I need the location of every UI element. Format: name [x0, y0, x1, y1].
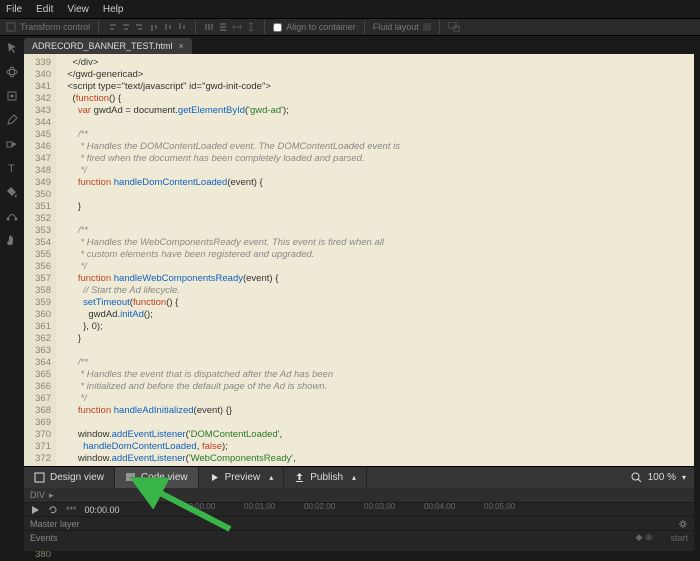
design-view-button[interactable]: Design view — [24, 467, 115, 488]
timeline-events-layer[interactable]: Events ◆ ⊕ start — [24, 530, 694, 544]
hand-tool-icon[interactable] — [6, 234, 18, 246]
line-gutter: 3393403413423433443453463473483493503513… — [24, 54, 56, 466]
tabbar: ADRECORD_BANNER_TEST.html × — [24, 36, 192, 54]
timeline-ruler[interactable]: 00:00.0000:01.0000:02.0000:03.0000:04.00… — [184, 502, 694, 516]
code-view-button[interactable]: Code view — [115, 467, 199, 488]
chevron-up-icon[interactable]: ▴ — [352, 473, 356, 482]
motion-path-tool-icon[interactable] — [6, 210, 18, 222]
loop-icon[interactable] — [48, 505, 58, 515]
keyframe-dots: *** — [66, 505, 77, 515]
menu-view[interactable]: View — [67, 4, 89, 15]
align-middle-icon[interactable] — [163, 22, 173, 32]
match-height-icon[interactable] — [246, 22, 256, 32]
align-top-icon[interactable] — [149, 22, 159, 32]
text-tool-icon[interactable]: T — [6, 162, 18, 174]
transform-control[interactable]: Transform control — [6, 22, 90, 32]
svg-text:T: T — [8, 163, 15, 174]
zoom-value: 100 % — [648, 472, 676, 483]
file-tab-label: ADRECORD_BANNER_TEST.html — [32, 41, 173, 51]
pen-tool-icon[interactable] — [6, 114, 18, 126]
menubar: File Edit View Help — [0, 0, 700, 18]
fluid-layout[interactable]: Fluid layout — [373, 22, 431, 32]
align-left-icon[interactable] — [107, 22, 117, 32]
timeline-master-layer[interactable]: Master layer — [24, 516, 694, 530]
align-to-container[interactable]: Align to container — [273, 22, 356, 32]
zoom-icon — [631, 472, 642, 483]
publish-button[interactable]: Publish ▴ — [284, 467, 367, 488]
match-width-icon[interactable] — [232, 22, 242, 32]
chevron-down-icon[interactable]: ▾ — [682, 473, 686, 482]
left-toolbar: T — [0, 36, 24, 466]
menu-file[interactable]: File — [6, 4, 22, 15]
distribute-v-icon[interactable] — [218, 22, 228, 32]
menu-help[interactable]: Help — [103, 4, 124, 15]
play-icon[interactable] — [30, 505, 40, 515]
align-container-checkbox — [273, 23, 282, 32]
viewbar: Design view Code view Preview ▴ Publish … — [24, 466, 694, 488]
fill-tool-icon[interactable] — [6, 186, 18, 198]
rotate-3d-tool-icon[interactable] — [6, 66, 18, 78]
toolbar: Transform control Align to container Flu… — [0, 18, 700, 36]
distribute-h-icon[interactable] — [204, 22, 214, 32]
responsive-icon[interactable] — [448, 22, 460, 32]
tag-tool-icon[interactable] — [6, 138, 18, 150]
code-editor[interactable]: 3393403413423433443453463473483493503513… — [24, 54, 694, 466]
zoom-control[interactable]: 100 % ▾ — [623, 472, 694, 483]
element-tool-icon[interactable] — [6, 90, 18, 102]
preview-button[interactable]: Preview ▴ — [199, 467, 285, 488]
selection-tool-icon[interactable] — [6, 42, 18, 54]
file-tab[interactable]: ADRECORD_BANNER_TEST.html × — [24, 38, 192, 54]
close-icon[interactable]: × — [179, 41, 184, 51]
chevron-up-icon[interactable]: ▴ — [269, 473, 273, 482]
code-content[interactable]: </div> </gwd-genericad> <script type="te… — [56, 54, 694, 466]
menu-edit[interactable]: Edit — [36, 4, 53, 15]
align-bottom-icon[interactable] — [177, 22, 187, 32]
align-center-h-icon[interactable] — [121, 22, 131, 32]
align-right-icon[interactable] — [135, 22, 145, 32]
gear-icon[interactable] — [678, 519, 688, 529]
timeline-breadcrumb[interactable]: DIV ▸ — [24, 488, 694, 502]
timeline-time: 00:00.00 — [85, 505, 120, 515]
timeline-panel: DIV ▸ *** 00:00.00 00:00.0000:01.0000:02… — [24, 488, 694, 551]
